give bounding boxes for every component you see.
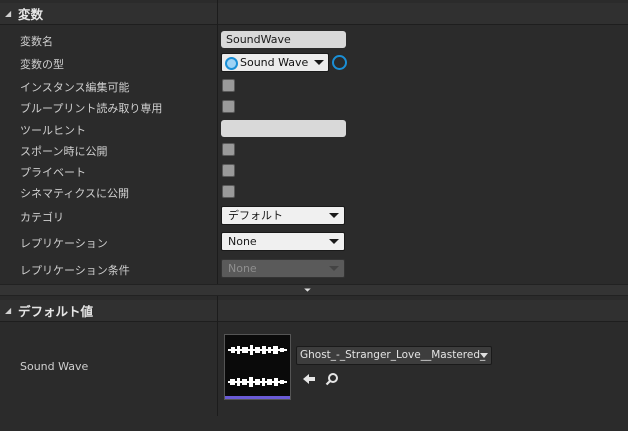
collapse-arrow-icon[interactable]: ◢: [5, 9, 15, 19]
default-value-section-header[interactable]: ◢ デフォルト値: [0, 300, 628, 322]
variable-pin-icon: [225, 57, 238, 70]
var-type-value: Sound Wave: [240, 56, 309, 69]
details-panel: ◢ 変数 変数名 SoundWave 変数の型 Sound Wave インスタン…: [0, 0, 628, 431]
chevron-down-icon: [314, 60, 324, 65]
blueprint-readonly-label: ブループリント読み取り専用: [20, 102, 163, 115]
section-title: 変数: [18, 7, 44, 22]
replication-dropdown[interactable]: None: [221, 232, 345, 251]
replication-condition-value: None: [228, 262, 257, 275]
column-divider[interactable]: [217, 296, 218, 416]
container-type-icon[interactable]: [332, 55, 347, 70]
expose-on-spawn-label: スポーン時に公開: [20, 145, 108, 158]
expose-on-spawn-checkbox[interactable]: [222, 143, 235, 156]
asset-type-bar: [225, 396, 290, 399]
blueprint-readonly-checkbox[interactable]: [222, 100, 235, 113]
asset-picker-dropdown[interactable]: Ghost_-_Stranger_Love__Mastered_: [296, 346, 492, 365]
private-label: プライベート: [20, 166, 86, 179]
browse-magnifier-icon[interactable]: [325, 372, 339, 386]
section-title: デフォルト値: [18, 304, 94, 319]
replication-condition-dropdown: None: [221, 259, 345, 278]
category-value: デフォルト: [228, 209, 283, 222]
replication-value: None: [228, 235, 257, 248]
replication-label: レプリケーション: [20, 237, 108, 250]
asset-name: Ghost_-_Stranger_Love__Mastered_: [300, 349, 486, 361]
expand-more-icon[interactable]: ⏷: [304, 287, 311, 296]
var-type-dropdown[interactable]: Sound Wave: [221, 53, 329, 72]
tooltip-input[interactable]: [221, 120, 346, 137]
tooltip-label: ツールヒント: [20, 124, 86, 137]
category-label: カテゴリ: [20, 211, 64, 224]
chevron-down-icon: [329, 266, 339, 271]
var-type-label: 変数の型: [20, 58, 64, 71]
private-checkbox[interactable]: [222, 164, 235, 177]
var-name-input[interactable]: SoundWave: [221, 31, 346, 48]
waveform-icon: [228, 345, 287, 387]
chevron-down-icon: [329, 239, 339, 244]
instance-editable-label: インスタンス編集可能: [20, 81, 130, 94]
collapse-arrow-icon[interactable]: ◢: [5, 306, 15, 316]
column-divider[interactable]: [217, 0, 218, 284]
category-dropdown[interactable]: デフォルト: [221, 206, 345, 225]
use-selected-arrow-icon[interactable]: [302, 372, 316, 386]
chevron-down-icon: [480, 353, 488, 358]
advanced-expander[interactable]: ⏷: [0, 284, 628, 296]
expose-cinematics-checkbox[interactable]: [222, 185, 235, 198]
chevron-down-icon: [329, 213, 339, 218]
variables-section-header[interactable]: ◢ 変数: [0, 3, 628, 25]
replication-condition-label: レプリケーション条件: [20, 264, 130, 277]
instance-editable-checkbox[interactable]: [222, 79, 235, 92]
expose-cinematics-label: シネマティクスに公開: [20, 187, 130, 200]
asset-thumbnail[interactable]: [224, 334, 291, 400]
var-name-label: 変数名: [20, 35, 53, 48]
sound-wave-label: Sound Wave: [20, 360, 89, 373]
